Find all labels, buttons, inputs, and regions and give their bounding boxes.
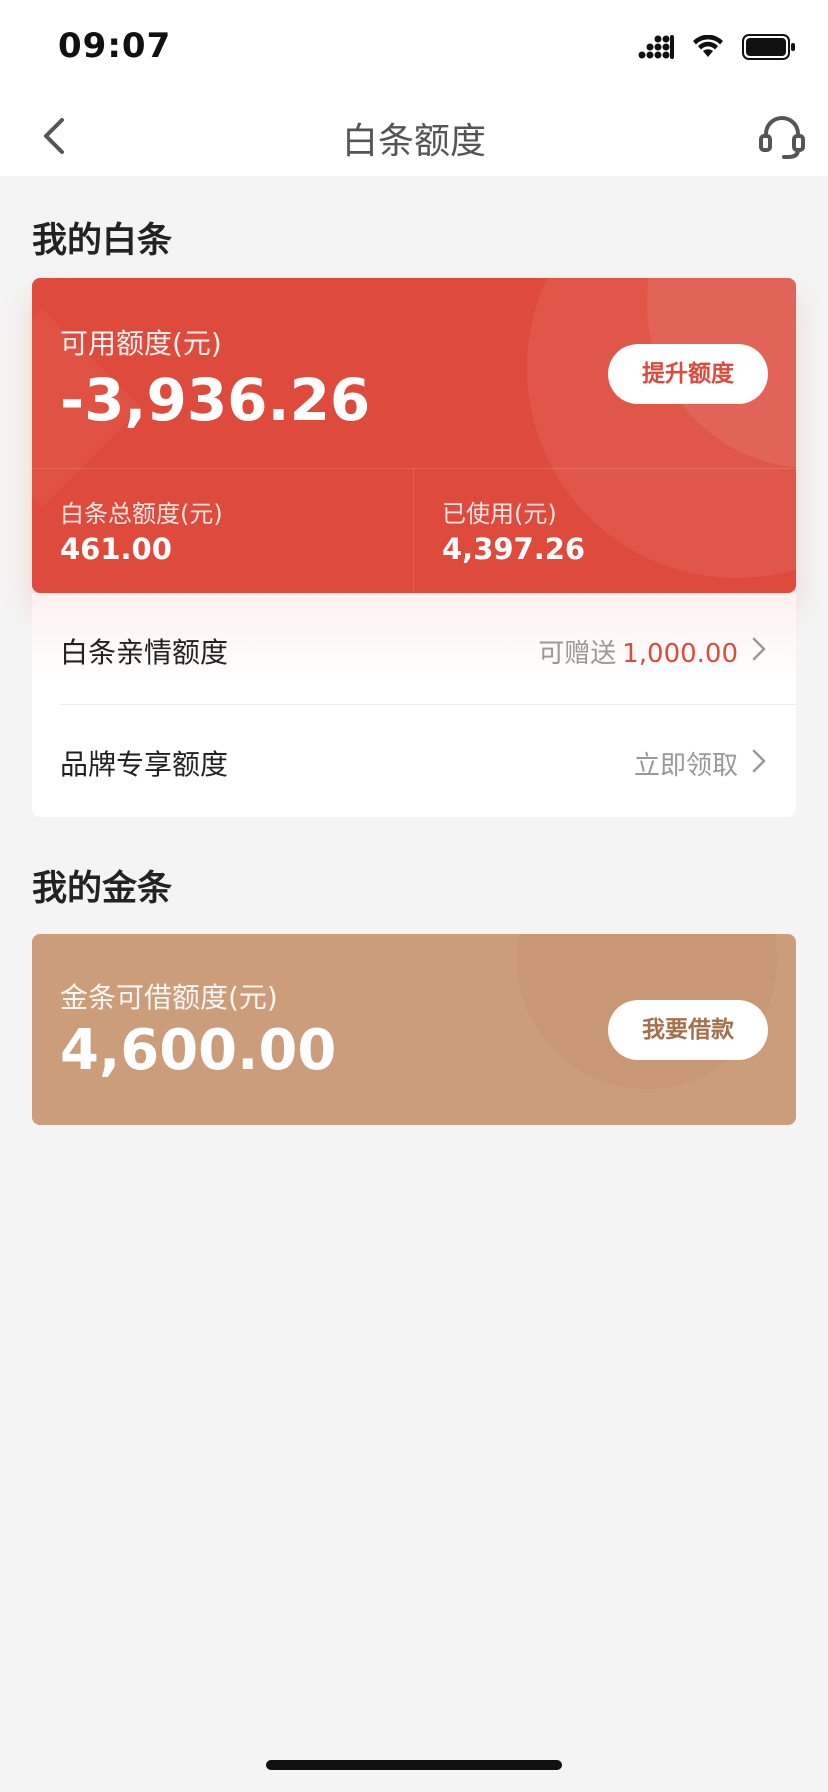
available-credit-value: -3,936.26 — [60, 366, 371, 434]
card-divider — [32, 468, 796, 469]
claim-now-link: 立即领取 — [633, 751, 738, 781]
giftable-label: 可赠送 — [538, 639, 617, 669]
status-time: 09:07 — [58, 26, 172, 66]
used-credit-value: 4,397.26 — [442, 532, 586, 566]
chevron-right-icon — [752, 749, 766, 773]
baitiao-quota-list: 白条亲情额度 可赠送 1,000.00 品牌专享额度 立即领取 — [32, 593, 796, 817]
baitiao-credit-card: 可用额度(元) -3,936.26 提升额度 白条总额度(元) 461.00 已… — [32, 278, 796, 593]
loan-available-value: 4,600.00 — [60, 1018, 337, 1083]
raise-limit-button[interactable]: 提升额度 — [608, 344, 768, 404]
jintiao-section-title: 我的金条 — [32, 869, 173, 909]
chevron-right-icon — [752, 637, 766, 661]
total-credit-value: 461.00 — [60, 532, 172, 566]
customer-service-button[interactable] — [754, 108, 810, 164]
headset-icon — [759, 116, 805, 159]
brand-quota-label: 品牌专享额度 — [60, 748, 229, 781]
borrow-button[interactable]: 我要借款 — [608, 1000, 768, 1060]
family-quota-detail: 可赠送 1,000.00 — [538, 633, 738, 670]
baitiao-section-title: 我的白条 — [32, 221, 173, 261]
giftable-amount: 1,000.00 — [622, 639, 738, 669]
total-credit-label: 白条总额度(元) — [60, 500, 223, 528]
used-credit-label: 已使用(元) — [442, 500, 557, 528]
status-bar: 09:07 — [0, 0, 828, 96]
battery-icon — [742, 34, 795, 60]
page-title: 白条额度 — [341, 121, 486, 162]
cellular-signal-icon — [638, 35, 674, 59]
family-quota-label: 白条亲情额度 — [60, 636, 229, 669]
available-credit-label: 可用额度(元) — [60, 327, 222, 360]
nav-bar: 白条额度 — [0, 96, 828, 176]
list-item-family-quota[interactable]: 白条亲情额度 可赠送 1,000.00 — [32, 593, 796, 705]
wifi-icon — [693, 35, 723, 57]
loan-available-label: 金条可借额度(元) — [60, 981, 278, 1014]
jintiao-loan-card: 金条可借额度(元) 4,600.00 我要借款 — [32, 934, 796, 1125]
list-item-brand-quota[interactable]: 品牌专享额度 立即领取 — [32, 705, 796, 817]
status-icons — [638, 34, 796, 60]
card-divider — [413, 468, 414, 593]
home-indicator[interactable] — [266, 1760, 562, 1770]
